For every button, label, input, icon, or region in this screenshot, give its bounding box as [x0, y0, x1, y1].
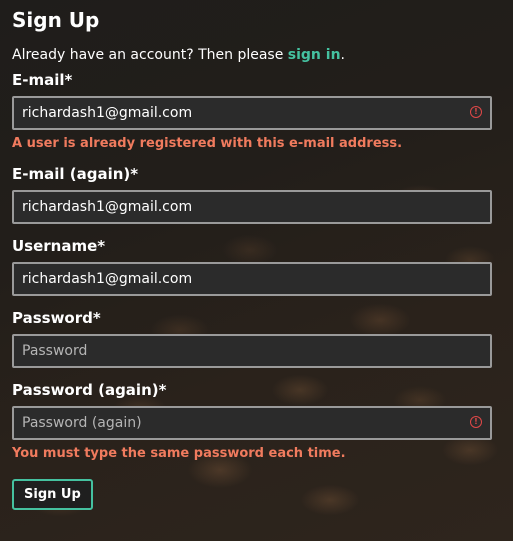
signup-form-container: Sign Up Already have an account? Then pl…: [12, 6, 492, 510]
password-field-group: Password*: [12, 308, 492, 368]
username-field-group: Username*: [12, 236, 492, 296]
signin-prompt: Already have an account? Then please sig…: [12, 46, 492, 64]
page-title: Sign Up: [12, 8, 100, 32]
email-again-input[interactable]: [12, 190, 492, 224]
email-again-label: E-mail (again)*: [12, 165, 139, 183]
email-again-field-group: E-mail (again)*: [12, 164, 492, 224]
submit-row: Sign Up: [12, 479, 492, 510]
email-error-message: A user is already registered with this e…: [12, 136, 403, 151]
username-label: Username*: [12, 237, 106, 255]
username-input-wrap: [12, 262, 492, 296]
signin-prompt-suffix: .: [340, 47, 345, 63]
sign-up-button[interactable]: Sign Up: [12, 479, 93, 510]
email-again-input-wrap: [12, 190, 492, 224]
email-input[interactable]: [12, 96, 492, 130]
password-again-input[interactable]: [12, 406, 492, 440]
username-input[interactable]: [12, 262, 492, 296]
password-again-input-wrap: !: [12, 406, 492, 440]
email-field-group: E-mail* ! A user is already registered w…: [12, 70, 492, 152]
alert-circle-icon: !: [470, 416, 482, 428]
password-input[interactable]: [12, 334, 492, 368]
alert-circle-icon: !: [470, 106, 482, 118]
password-label: Password*: [12, 309, 101, 327]
password-again-label: Password (again)*: [12, 381, 167, 399]
password-again-field-group: Password (again)* ! You must type the sa…: [12, 380, 492, 462]
signin-prompt-text: Already have an account? Then please: [12, 47, 288, 63]
email-input-wrap: !: [12, 96, 492, 130]
signup-form: E-mail* ! A user is already registered w…: [12, 70, 492, 510]
password-error-message: You must type the same password each tim…: [12, 446, 346, 461]
email-label: E-mail*: [12, 71, 73, 89]
password-input-wrap: [12, 334, 492, 368]
sign-in-link[interactable]: sign in: [288, 47, 341, 63]
